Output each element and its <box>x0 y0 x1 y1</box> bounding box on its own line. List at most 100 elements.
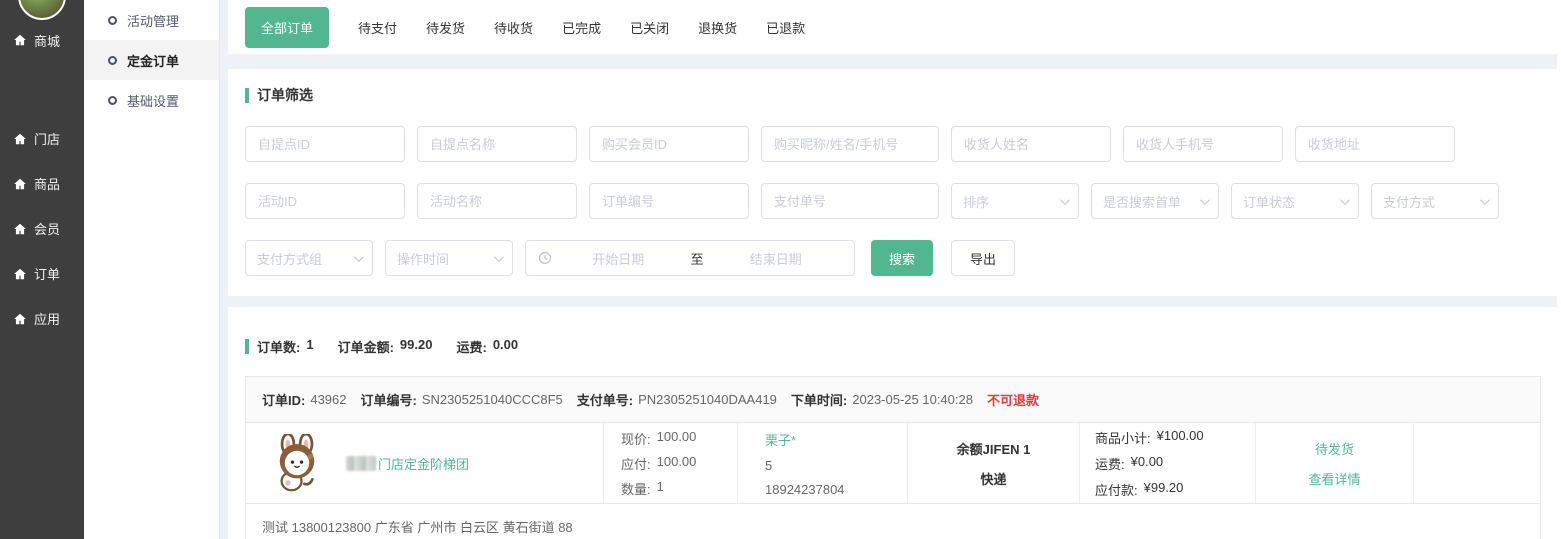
order-status-select[interactable]: 订单状态 <box>1231 183 1359 219</box>
sidebar-item-mall[interactable]: 商城 <box>0 30 84 50</box>
home-icon <box>13 33 27 47</box>
chevron-down-icon <box>1200 195 1210 205</box>
pickup-point-id-input[interactable] <box>245 126 405 162</box>
app-logo[interactable] <box>18 0 66 20</box>
chevron-down-icon <box>1060 195 1070 205</box>
payable-value: ¥99.20 <box>1144 480 1184 499</box>
price-label: 现价: <box>621 429 651 448</box>
status-cell: 待发货 查看详情 <box>1255 423 1413 503</box>
buyer-member-id-input[interactable] <box>589 126 749 162</box>
tab-refunded[interactable]: 已退款 <box>766 18 805 37</box>
submenu-item-label: 活动管理 <box>127 11 179 30</box>
main-content: 全部订单 待支付 待发货 待收货 已完成 已关闭 退换货 已退款 订单筛选 <box>220 0 1561 539</box>
submenu-item-basic-settings[interactable]: 基础设置 <box>84 80 219 120</box>
freight-value: ¥0.00 <box>1131 454 1164 473</box>
scrollbar-track[interactable] <box>1557 0 1561 539</box>
activity-name-input[interactable] <box>417 183 577 219</box>
sidebar-item-label: 商城 <box>34 31 60 50</box>
buyer-level: 5 <box>765 458 907 473</box>
payable-label: 应付款: <box>1095 480 1138 499</box>
non-refundable-badge: 不可退款 <box>987 390 1039 409</box>
sidebar-item-store[interactable]: 门店 <box>0 116 84 161</box>
paid-label: 应付: <box>621 454 651 473</box>
tab-pending-shipment[interactable]: 待发货 <box>426 18 465 37</box>
payment-delivery-cell: 余额JIFEN 1 快递 <box>907 423 1079 503</box>
consignee-name-input[interactable] <box>951 126 1111 162</box>
chevron-down-icon <box>494 252 504 262</box>
product-name[interactable]: 门店定金阶梯团 <box>346 454 469 473</box>
delivery-method: 快递 <box>980 469 1006 488</box>
order-sn-input[interactable] <box>589 183 749 219</box>
tab-closed[interactable]: 已关闭 <box>630 18 669 37</box>
orders-amount-value: 99.20 <box>400 337 433 356</box>
view-details-link[interactable]: 查看详情 <box>1308 469 1360 488</box>
payment-method: 余额JIFEN 1 <box>957 439 1031 458</box>
order-filter-panel: 订单筛选 排序 是否搜索首 <box>228 69 1561 296</box>
primary-sidebar: 商城 门店 商品 会员 订单 应用 <box>0 0 84 539</box>
tab-pending-payment[interactable]: 待支付 <box>358 18 397 37</box>
tab-returns[interactable]: 退换货 <box>698 18 737 37</box>
date-end-placeholder: 结束日期 <box>710 249 843 268</box>
buyer-name[interactable]: 栗子* <box>765 430 907 449</box>
buyer-nickname-name-phone-input[interactable] <box>761 126 939 162</box>
secondary-sidebar: 活动管理 定金订单 基础设置 <box>84 0 220 539</box>
circle-icon <box>108 16 117 25</box>
tab-all-orders[interactable]: 全部订单 <box>245 7 329 48</box>
sidebar-item-orders[interactable]: 订单 <box>0 251 84 296</box>
activity-id-input[interactable] <box>245 183 405 219</box>
operation-time-select[interactable]: 操作时间 <box>385 240 513 276</box>
orders-amount: 订单金额: 99.20 <box>338 337 433 356</box>
submenu-item-activity-management[interactable]: 活动管理 <box>84 0 219 40</box>
price-cell: 现价: 100.00 应付: 100.00 数量: 1 <box>603 423 737 503</box>
order-row: 门店定金阶梯团 现价: 100.00 应付: 100.00 <box>246 423 1540 503</box>
chevron-down-icon <box>1480 195 1490 205</box>
sidebar-item-label: 应用 <box>34 309 60 328</box>
quantity-value: 1 <box>657 479 664 498</box>
home-icon <box>13 222 27 236</box>
payment-sn-label: 支付单号: <box>577 390 633 409</box>
orders-count-value: 1 <box>306 337 313 356</box>
sort-select[interactable]: 排序 <box>951 183 1079 219</box>
order-sn-value: SN2305251040CCC8F5 <box>422 392 563 407</box>
select-placeholder: 支付方式组 <box>257 249 322 268</box>
payment-sn-value: PN2305251040DAA419 <box>638 392 777 407</box>
sidebar-spacer <box>0 50 84 116</box>
submenu-item-label: 定金订单 <box>127 51 179 70</box>
payment-sn-input[interactable] <box>761 183 939 219</box>
order-admin-app: 商城 门店 商品 会员 订单 应用 活动管理 定 <box>0 0 1561 539</box>
orders-freight-label: 运费: <box>456 337 486 356</box>
payment-method-select[interactable]: 支付方式 <box>1371 183 1499 219</box>
sidebar-item-goods[interactable]: 商品 <box>0 161 84 206</box>
shipping-address-input[interactable] <box>1295 126 1455 162</box>
date-separator: 至 <box>685 249 710 268</box>
filter-title-text: 订单筛选 <box>257 85 313 105</box>
sidebar-item-label: 门店 <box>34 129 60 148</box>
subtotal-label: 商品小计: <box>1095 428 1151 447</box>
panel-gap <box>228 296 1561 307</box>
home-icon <box>13 177 27 191</box>
search-button[interactable]: 搜索 <box>871 240 933 276</box>
sidebar-item-members[interactable]: 会员 <box>0 206 84 251</box>
order-card: 订单ID: 43962 订单编号: SN2305251040CCC8F5 支付单… <box>245 376 1541 539</box>
tab-pending-receipt[interactable]: 待收货 <box>494 18 533 37</box>
date-range-picker[interactable]: 开始日期 至 结束日期 <box>525 240 855 276</box>
filter-section-title: 订单筛选 <box>245 85 1541 105</box>
payment-method-group-select[interactable]: 支付方式组 <box>245 240 373 276</box>
export-button[interactable]: 导出 <box>951 240 1015 276</box>
order-card-header: 订单ID: 43962 订单编号: SN2305251040CCC8F5 支付单… <box>246 377 1540 423</box>
first-order-select[interactable]: 是否搜索首单 <box>1091 183 1219 219</box>
shipping-address-row: 测试 13800123800 广东省 广州市 白云区 黄石街道 88 <box>246 503 1540 539</box>
select-placeholder: 操作时间 <box>397 249 449 268</box>
chevron-down-icon <box>354 252 364 262</box>
submenu-item-deposit-orders[interactable]: 定金订单 <box>84 40 219 80</box>
panel-gap <box>228 54 1561 69</box>
consignee-phone-input[interactable] <box>1123 126 1283 162</box>
order-sn-label: 订单编号: <box>361 390 417 409</box>
orders-count: 订单数: 1 <box>257 337 314 356</box>
tab-completed[interactable]: 已完成 <box>562 18 601 37</box>
sidebar-item-label: 商品 <box>34 174 60 193</box>
sidebar-item-apps[interactable]: 应用 <box>0 296 84 341</box>
circle-icon <box>108 56 117 65</box>
pickup-point-name-input[interactable] <box>417 126 577 162</box>
home-icon <box>13 267 27 281</box>
